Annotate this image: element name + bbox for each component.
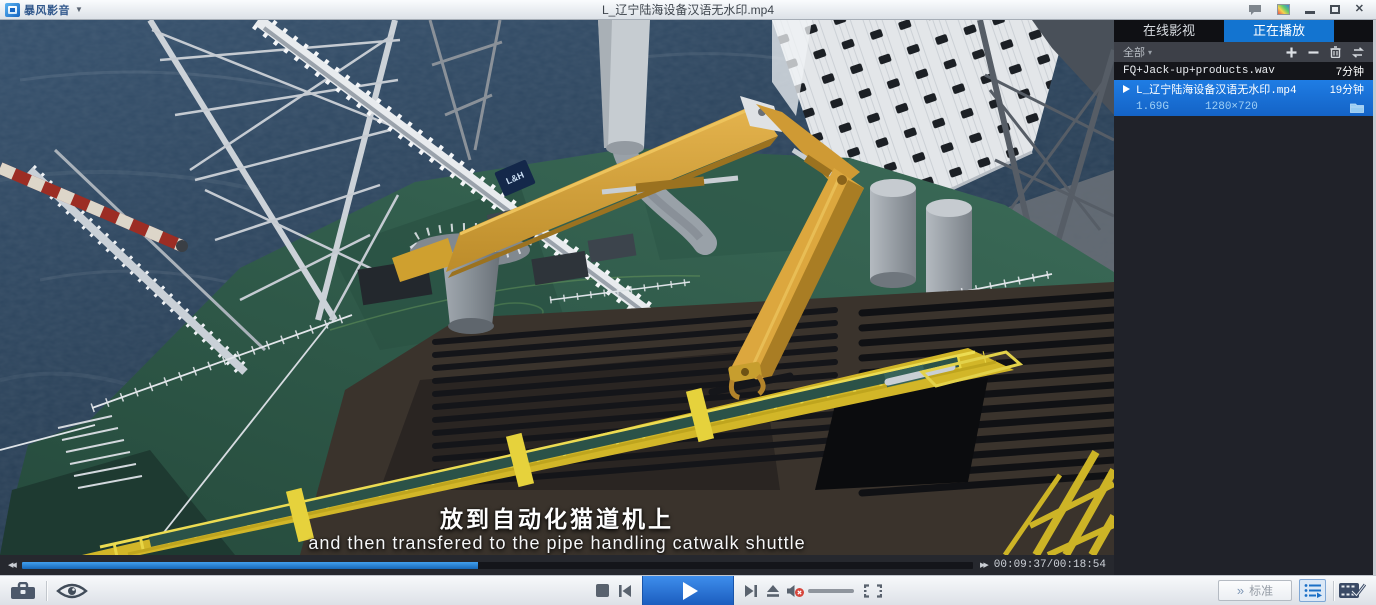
- volume-slider[interactable]: [808, 589, 854, 593]
- playlist-icon: [1304, 583, 1322, 598]
- chevron-down-icon: ▾: [1148, 48, 1152, 57]
- time-display: 00:09:37/00:18:54: [994, 559, 1106, 571]
- media-duration: 19分钟: [1330, 81, 1364, 97]
- skip-next-icon: [744, 585, 758, 597]
- title-bar: 暴风影音 ▼ L_辽宁陆海设备汉语无水印.mp4 ✕: [0, 0, 1376, 20]
- rewind-icon[interactable]: ◀◀: [8, 561, 15, 569]
- eject-icon: [766, 585, 780, 597]
- media-duration: 7分钟: [1336, 63, 1364, 79]
- playlist-item[interactable]: FQ+Jack-up+products.wav 7分钟: [1114, 62, 1373, 80]
- now-playing-icon: [1123, 85, 1130, 93]
- standard-mode-label: 标准: [1249, 582, 1273, 599]
- clear-list-icon[interactable]: [1330, 46, 1341, 58]
- folder-icon[interactable]: [1350, 102, 1364, 113]
- fullscreen-icon: [864, 584, 882, 598]
- tab-now-playing[interactable]: 正在播放: [1224, 20, 1334, 42]
- fullscreen-button[interactable]: [864, 584, 882, 598]
- sort-icon[interactable]: [1352, 47, 1364, 58]
- eject-button[interactable]: [766, 585, 780, 597]
- seek-row: ◀◀ ▶▶ 00:09:37/00:18:54: [0, 555, 1114, 575]
- filter-dropdown[interactable]: 全部: [1123, 44, 1145, 60]
- media-name: L_辽宁陆海设备汉语无水印.mp4: [1136, 81, 1297, 97]
- media-library-button[interactable]: [1338, 581, 1366, 601]
- control-bar: » 标准: [0, 575, 1376, 605]
- playlist-panel: 在线影视 正在播放 全部 ▾ FQ+Jack-up+products.wav 7…: [1114, 20, 1376, 575]
- play-icon: [683, 582, 698, 600]
- window-title: L_辽宁陆海设备汉语无水印.mp4: [0, 1, 1376, 18]
- media-size: 1.69G: [1136, 101, 1169, 113]
- seek-bar-fill: [22, 562, 479, 569]
- divider: [1333, 581, 1334, 601]
- close-button[interactable]: ✕: [1355, 4, 1364, 15]
- video-frame[interactable]: L&H 放到自动化猫道机上 and then transfered to the…: [0, 20, 1114, 555]
- mute-button[interactable]: [786, 584, 805, 598]
- playlist-tabs: 在线影视 正在播放: [1114, 20, 1373, 42]
- media-resolution: 1280×720: [1205, 101, 1258, 113]
- skip-previous-icon: [618, 585, 632, 597]
- toolbox-button[interactable]: [10, 582, 36, 600]
- tab-online-video[interactable]: 在线影视: [1114, 20, 1224, 42]
- playlist-item-selected[interactable]: L_辽宁陆海设备汉语无水印.mp4 19分钟 1.69G 1280×720: [1114, 80, 1373, 116]
- maximize-button[interactable]: [1330, 5, 1340, 14]
- add-media-icon[interactable]: [1286, 47, 1297, 58]
- film-check-icon: [1338, 581, 1366, 601]
- divider: [46, 581, 47, 601]
- standard-mode-button[interactable]: » 标准: [1218, 580, 1292, 601]
- chevrons-right-icon: »: [1237, 584, 1244, 597]
- media-name: FQ+Jack-up+products.wav: [1123, 65, 1275, 77]
- volume-muted-icon: [786, 584, 805, 598]
- playlist-toolbar: 全部 ▾: [1114, 42, 1373, 62]
- previous-button[interactable]: [618, 585, 632, 597]
- rig-scene: L&H: [0, 20, 1114, 555]
- feedback-icon[interactable]: [1248, 4, 1262, 16]
- seek-bar[interactable]: [22, 562, 973, 569]
- subtitle-en: and then transfered to the pipe handling…: [0, 533, 1114, 554]
- eye-icon: [56, 583, 88, 599]
- play-button[interactable]: [642, 576, 734, 605]
- playlist-toggle-button[interactable]: [1299, 579, 1326, 602]
- subtitle-zh: 放到自动化猫道机上: [0, 500, 1114, 534]
- skin-button[interactable]: [1277, 4, 1290, 15]
- left-eye-button[interactable]: [56, 583, 88, 599]
- toolbox-icon: [10, 582, 36, 600]
- stop-icon: [596, 584, 609, 597]
- forward-icon[interactable]: ▶▶: [980, 561, 987, 569]
- remove-media-icon[interactable]: [1308, 47, 1319, 58]
- next-button[interactable]: [744, 585, 758, 597]
- stop-button[interactable]: [596, 584, 609, 597]
- minimize-button[interactable]: [1305, 11, 1315, 14]
